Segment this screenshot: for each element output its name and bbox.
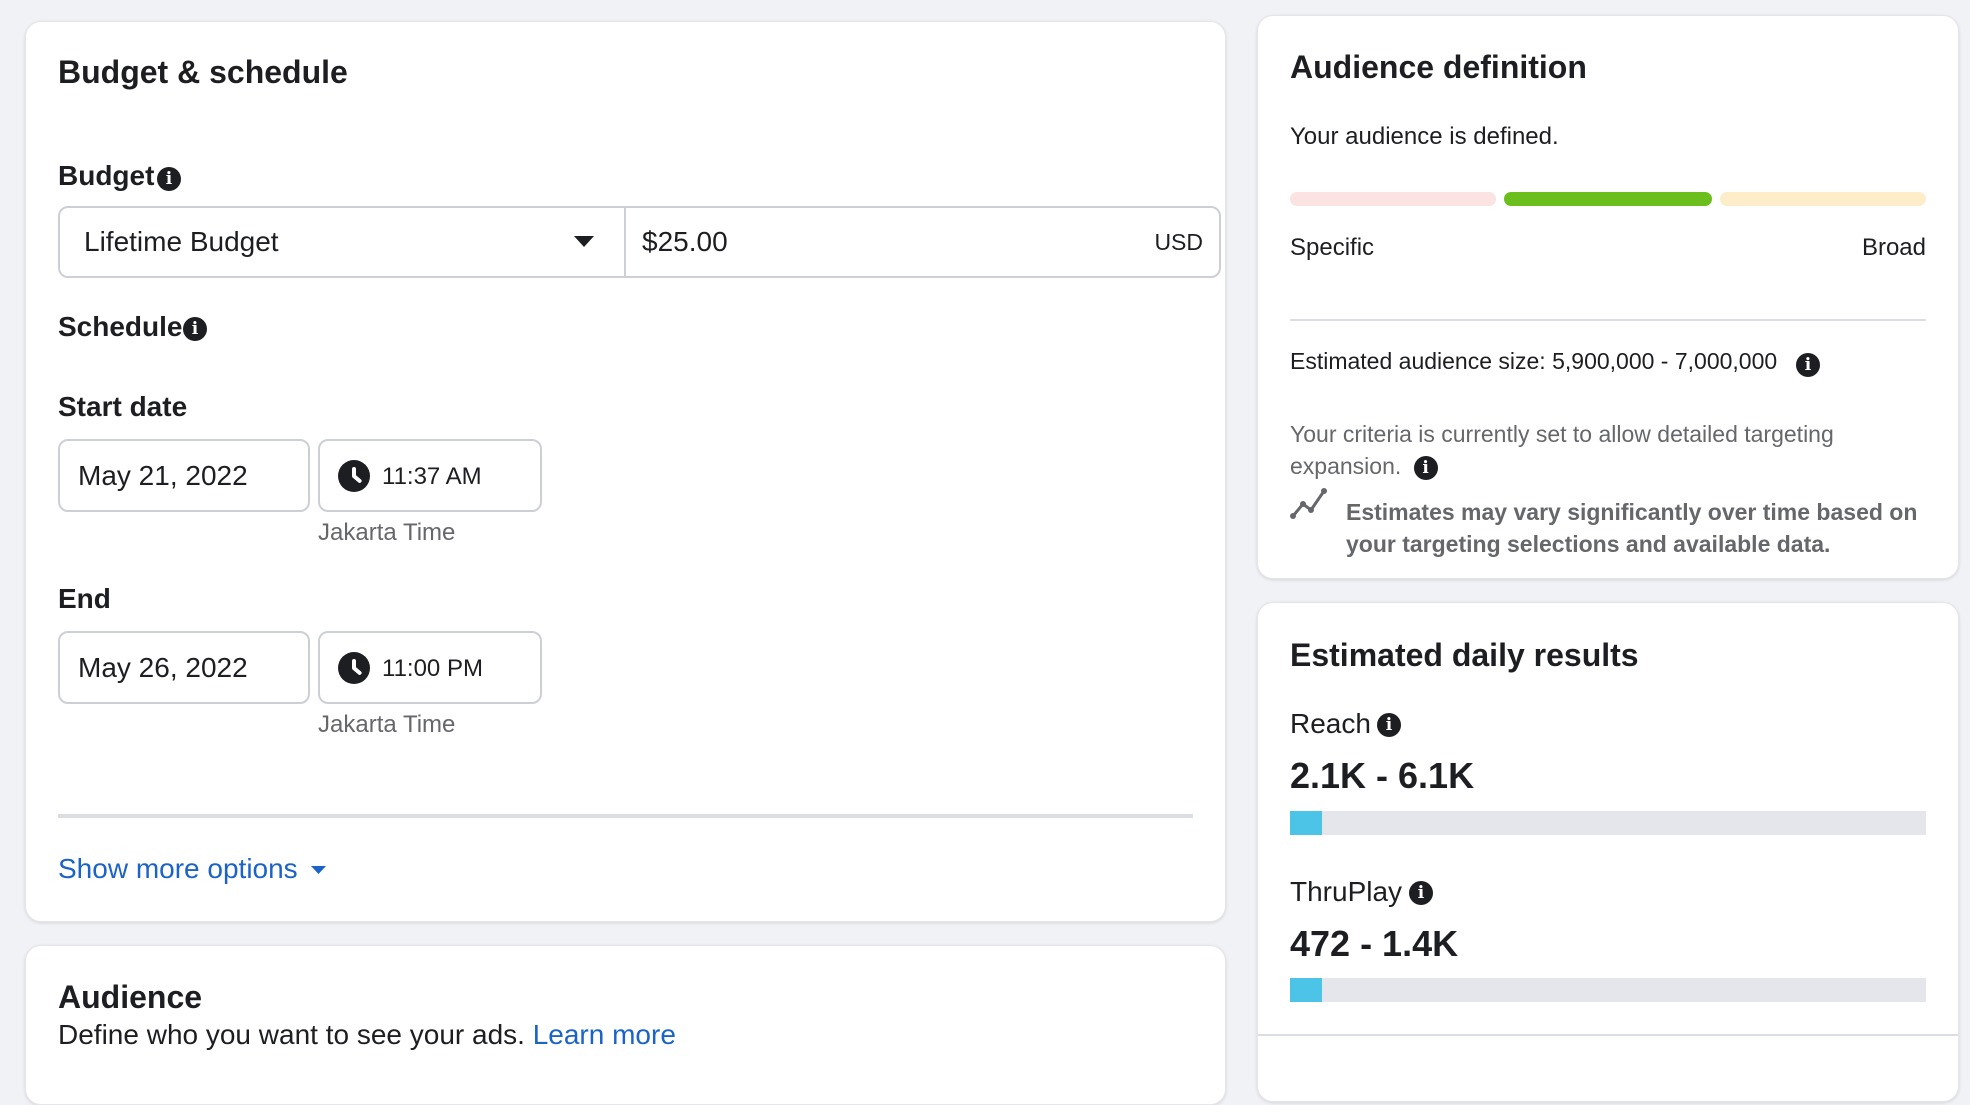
audience-size-value: 5,900,000 - 7,000,000 [1552, 348, 1778, 374]
reach-meter-fill [1290, 811, 1322, 835]
results-divider [1258, 1034, 1958, 1036]
schedule-info-icon[interactable]: i [183, 317, 207, 341]
audience-size-info-icon[interactable]: i [1796, 353, 1820, 377]
schedule-label: Schedule [58, 311, 183, 342]
audience-status: Your audience is defined. [1290, 123, 1559, 150]
thruplay-meter-fill [1290, 978, 1322, 1002]
estimated-results-card: Estimated daily results Reach i 2.1K - 6… [1257, 602, 1959, 1102]
currency-label: USD [1154, 229, 1203, 255]
reach-meter [1290, 811, 1926, 835]
budget-type-select[interactable]: Lifetime Budget [60, 208, 624, 276]
budget-field-group: Lifetime Budget $25.00 USD [58, 206, 1221, 278]
budget-schedule-title: Budget & schedule [58, 54, 348, 90]
clock-icon [338, 652, 370, 684]
end-date-input[interactable]: May 26, 2022 [58, 631, 310, 704]
audience-definition-divider [1290, 319, 1926, 321]
section-divider [58, 814, 1193, 818]
start-date-label: Start date [58, 391, 188, 422]
audience-breadth-meter [1290, 192, 1926, 206]
clock-icon [338, 460, 370, 492]
budget-schedule-card: Budget & schedule Budget i Lifetime Budg… [25, 21, 1226, 922]
thruplay-label: ThruPlay [1290, 876, 1403, 907]
budget-amount-value: $25.00 [642, 226, 728, 257]
audience-description: Define who you want to see your ads. [58, 1019, 525, 1050]
criteria-note-text: Your criteria is currently set to allow … [1290, 421, 1834, 479]
audience-size-line: Estimated audience size: 5,900,000 - 7,0… [1290, 348, 1777, 375]
caret-down-icon [311, 866, 327, 875]
estimated-results-title: Estimated daily results [1290, 637, 1639, 673]
breadth-segment-specific [1290, 192, 1496, 206]
learn-more-link[interactable]: Learn more [533, 1019, 676, 1050]
breadth-segment-defined [1504, 192, 1712, 206]
end-timezone: Jakarta Time [318, 711, 456, 738]
criteria-note: Your criteria is currently set to allow … [1290, 418, 1920, 482]
audience-card: Audience Define who you want to see your… [25, 945, 1226, 1105]
reach-value: 2.1K - 6.1K [1290, 755, 1475, 796]
budget-type-value: Lifetime Budget [84, 226, 279, 257]
end-time-input[interactable]: 11:00 PM [318, 631, 542, 704]
breadth-scale-right: Broad [1861, 234, 1926, 261]
audience-title: Audience [58, 979, 203, 1015]
audience-definition-card: Audience definition Your audience is def… [1257, 15, 1959, 579]
end-time-value: 11:00 PM [382, 655, 483, 682]
trend-line-icon [1290, 488, 1327, 519]
thruplay-value: 472 - 1.4K [1290, 923, 1459, 964]
end-date-value: May 26, 2022 [78, 652, 248, 683]
show-more-options-label: Show more options [58, 853, 298, 884]
audience-definition-title: Audience definition [1290, 49, 1587, 85]
thruplay-info-icon[interactable]: i [1409, 881, 1433, 905]
show-more-options-link[interactable]: Show more options [58, 853, 327, 885]
estimate-note: Estimates may vary significantly over ti… [1346, 499, 1918, 557]
breadth-segment-broad [1720, 192, 1926, 206]
thruplay-meter [1290, 978, 1926, 1002]
audience-size-label: Estimated audience size: [1290, 348, 1546, 374]
audience-description-line: Define who you want to see your ads. Lea… [58, 1019, 676, 1051]
start-date-value: May 21, 2022 [78, 460, 248, 491]
budget-info-icon[interactable]: i [157, 167, 181, 191]
criteria-info-icon[interactable]: i [1413, 456, 1438, 480]
start-time-input[interactable]: 11:37 AM [318, 439, 542, 512]
budget-label: Budget [58, 160, 155, 191]
start-date-input[interactable]: May 21, 2022 [58, 439, 310, 512]
start-timezone: Jakarta Time [318, 519, 456, 546]
breadth-scale-left: Specific [1290, 234, 1375, 261]
reach-label: Reach [1290, 708, 1371, 739]
reach-info-icon[interactable]: i [1377, 713, 1401, 737]
end-date-label: End [58, 583, 111, 614]
start-time-value: 11:37 AM [382, 463, 482, 490]
caret-down-icon [574, 236, 594, 247]
budget-amount-input[interactable]: $25.00 USD [626, 208, 1219, 276]
